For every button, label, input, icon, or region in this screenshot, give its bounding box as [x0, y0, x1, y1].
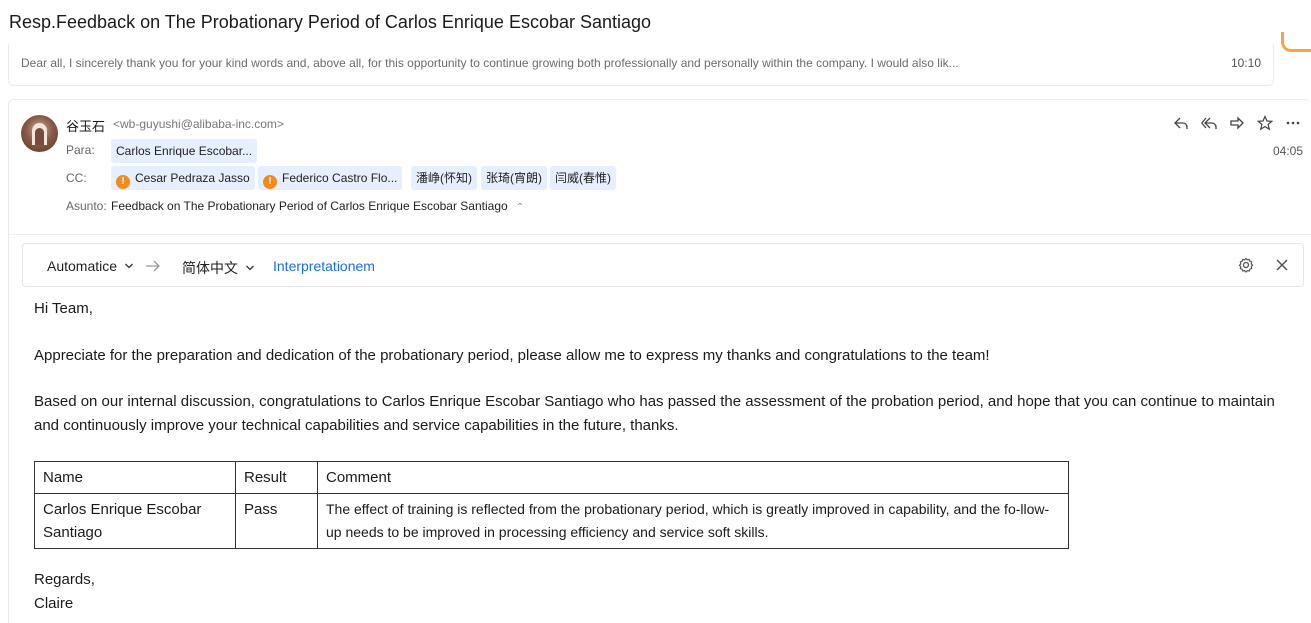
message-subject-text: Feedback on The Probationary Period of C…	[111, 199, 508, 213]
signature: Claire	[34, 595, 74, 612]
source-language-label: Automatice	[47, 258, 118, 274]
star-icon[interactable]	[1257, 115, 1273, 131]
collapse-header-icon[interactable]: ⌃	[516, 202, 524, 213]
cc-label: CC:	[66, 171, 87, 185]
chevron-down-icon	[245, 265, 254, 271]
more-icon[interactable]	[1285, 115, 1301, 131]
cc-chip[interactable]: ! Federico Castro Flo...	[258, 166, 403, 190]
table-cell: Carlos Enrique Escobar Santiago	[34, 493, 236, 549]
column-header: Result	[235, 461, 318, 494]
closing: Regards, Claire	[34, 568, 95, 616]
cc-chip[interactable]: 闫威(春惟)	[550, 166, 616, 190]
translation-bar: Automatice 简体中文 Interpretationem	[22, 243, 1304, 287]
forward-icon[interactable]	[1229, 115, 1245, 131]
settings-icon[interactable]	[1237, 256, 1255, 274]
table-row: Carlos Enrique Escobar Santiago Pass The…	[34, 493, 1069, 549]
previous-message-card[interactable]: Dear all, I sincerely thank you for your…	[8, 44, 1274, 86]
chevron-down-icon	[124, 263, 133, 269]
table-cell: The effect of training is reflected from…	[317, 493, 1069, 549]
subject-label: Asunto:	[66, 199, 107, 213]
closing-line: Regards,	[34, 571, 95, 588]
cc-chip[interactable]: 潘峥(怀知)	[411, 166, 477, 190]
to-label: Para:	[66, 143, 95, 157]
table-header-row: Name Result Comment	[34, 461, 1069, 494]
close-icon[interactable]	[1273, 256, 1291, 274]
message-card: 谷玉石 <wb-guyushi@alibaba-inc.com> Para: C…	[8, 99, 1311, 623]
unread-indicator	[1281, 32, 1311, 52]
table-cell: Pass	[235, 493, 318, 549]
column-header: Comment	[317, 461, 1069, 494]
reply-all-icon[interactable]	[1201, 115, 1217, 131]
target-language-label: 简体中文	[182, 260, 238, 276]
message-subject: Feedback on The Probationary Period of C…	[111, 199, 524, 213]
sender-name[interactable]: 谷玉石	[66, 116, 105, 135]
body-paragraph: Based on our internal discussion, congra…	[34, 393, 1275, 434]
thread-subject: Resp.Feedback on The Probationary Period…	[9, 12, 652, 32]
avatar[interactable]	[21, 115, 58, 152]
reply-icon[interactable]	[1173, 115, 1189, 131]
recipient-chip[interactable]: Carlos Enrique Escobar...	[111, 139, 258, 163]
translate-link[interactable]: Interpretationem	[273, 258, 375, 274]
message-actions	[1173, 115, 1301, 131]
sender-email: <wb-guyushi@alibaba-inc.com>	[113, 117, 284, 131]
feedback-table: Name Result Comment Carlos Enrique Escob…	[34, 461, 1069, 549]
warning-icon: !	[116, 175, 130, 189]
source-language-select[interactable]: Automatice	[47, 258, 134, 274]
arrow-right-icon	[146, 260, 160, 272]
greeting: Hi Team,	[34, 300, 93, 317]
column-header: Name	[34, 461, 236, 494]
warning-icon: !	[263, 175, 277, 189]
header-divider	[9, 234, 1311, 235]
body-paragraph: Appreciate for the preparation and dedic…	[34, 347, 990, 364]
cc-chip-name: Federico Castro Flo...	[282, 171, 398, 185]
cc-chip[interactable]: ! Cesar Pedraza Jasso	[111, 166, 255, 190]
previous-message-snippet: Dear all, I sincerely thank you for your…	[21, 56, 959, 70]
message-time: 04:05	[1272, 144, 1303, 158]
cc-chip-name: Cesar Pedraza Jasso	[135, 171, 250, 185]
cc-chip[interactable]: 张琦(宵朗)	[481, 166, 547, 190]
target-language-select[interactable]: 简体中文	[182, 258, 255, 278]
previous-message-time: 10:10	[1230, 56, 1261, 70]
